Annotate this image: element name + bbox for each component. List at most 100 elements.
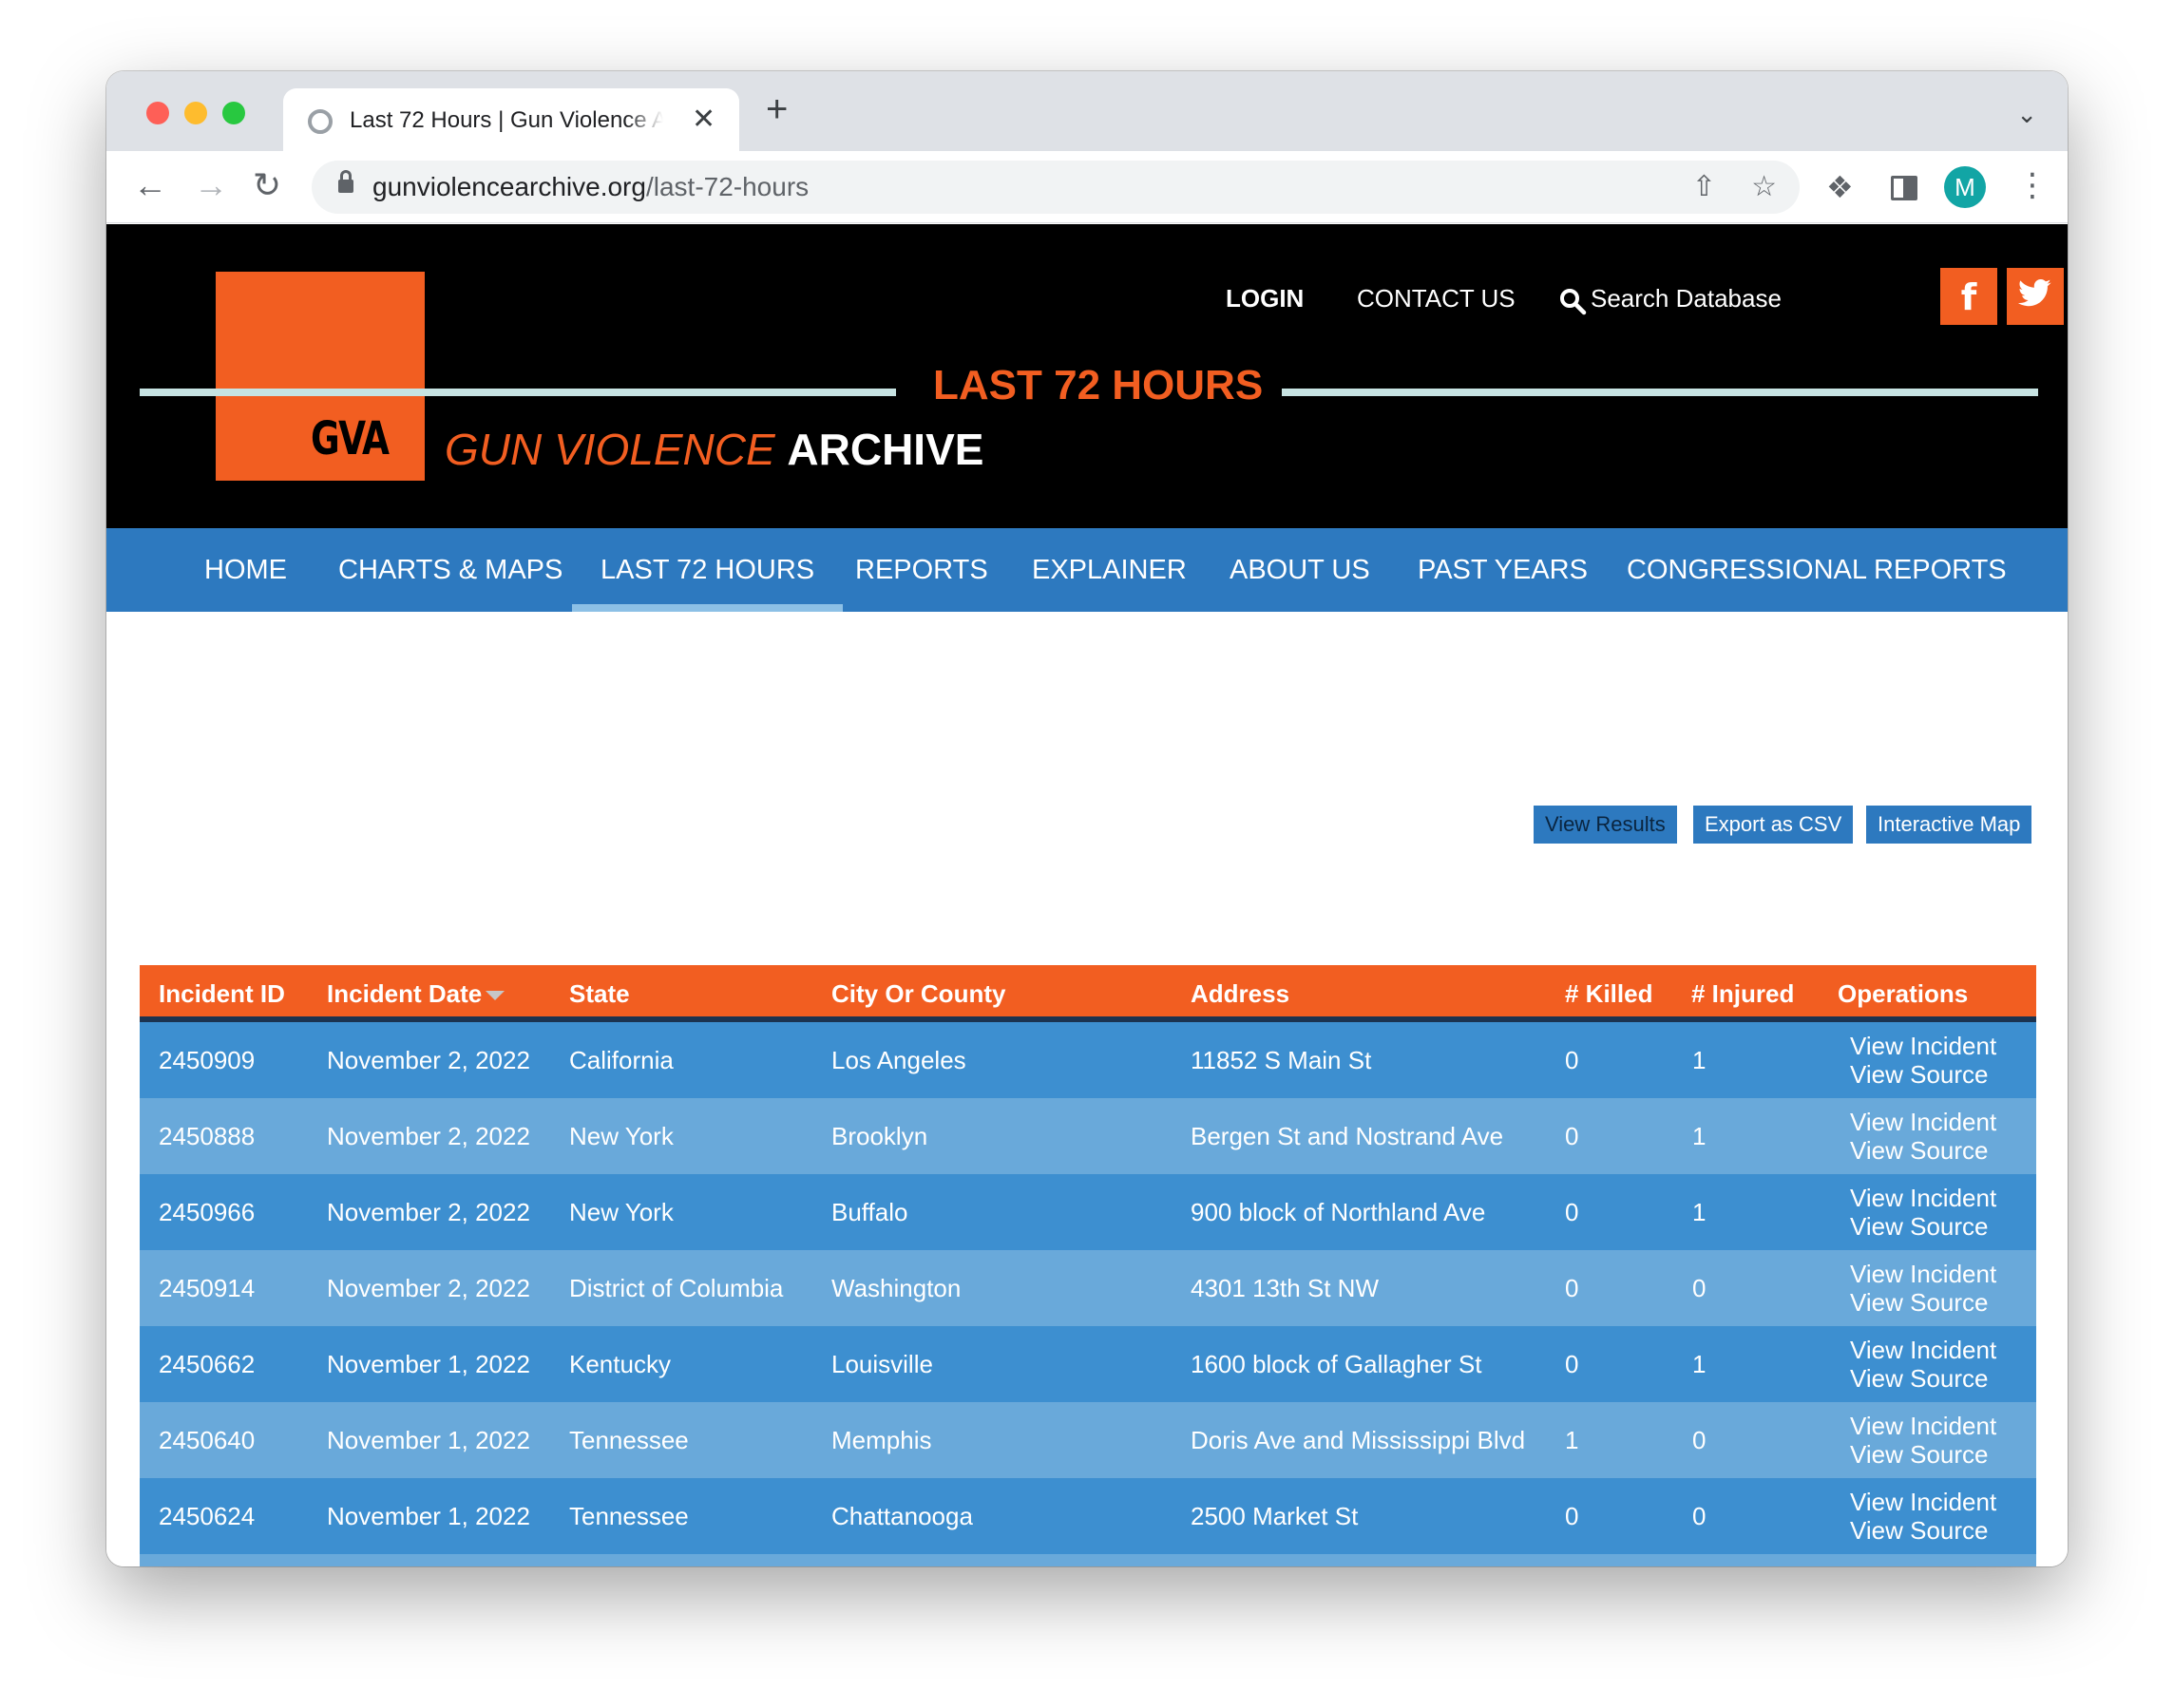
new-tab-button[interactable]: + — [766, 90, 788, 128]
cell-city: Los Angeles — [831, 1046, 966, 1074]
cell-state: Tennessee — [569, 1426, 689, 1454]
cell-incident-id: 2450888 — [159, 1122, 256, 1150]
cell-city: Washington — [831, 1274, 962, 1302]
address-bar[interactable]: gunviolencearchive.org/last-72-hours ⇧ ☆ — [312, 161, 1800, 214]
bookmark-star-icon[interactable]: ☆ — [1751, 170, 1777, 204]
cell-incident-date: November 1, 2022 — [327, 1502, 530, 1530]
view-source-link[interactable]: View Source — [1850, 1136, 1996, 1165]
cell-address: 600 block of Ridge Rd — [1191, 1554, 1434, 1566]
cell-state: New York — [569, 1122, 674, 1150]
col-killed[interactable]: # Killed — [1565, 965, 1652, 1022]
nav-reports[interactable]: REPORTS — [855, 528, 988, 612]
nav-congressional-reports[interactable]: CONGRESSIONAL REPORTS — [1627, 528, 2007, 612]
cell-state: Tennessee — [569, 1502, 689, 1530]
row-operations: View IncidentView Source — [1850, 1336, 1996, 1393]
view-incident-link[interactable]: View Incident — [1850, 1260, 1996, 1288]
lock-icon[interactable] — [338, 170, 353, 195]
gva-logo[interactable]: GVA — [216, 272, 425, 481]
cell-incident-date: November 1, 2022 — [327, 1426, 530, 1454]
cell-killed: 1 — [1565, 1426, 1579, 1454]
nav-about-us[interactable]: ABOUT US — [1230, 528, 1370, 612]
back-arrow-icon[interactable]: ← — [133, 166, 167, 204]
view-results-button[interactable]: View Results — [1534, 806, 1677, 844]
cell-killed: 0 — [1565, 1122, 1579, 1150]
cell-incident-date: November 2, 2022 — [327, 1198, 530, 1226]
cell-incident-id: 2450640 — [159, 1426, 256, 1454]
view-source-link[interactable]: View Source — [1850, 1288, 1996, 1317]
table-row: 2450888 November 2, 2022 New York Brooklyn B… — [140, 1098, 2036, 1174]
nav-home[interactable]: HOME — [204, 528, 287, 612]
url-text[interactable]: gunviolencearchive.org/last-72-hours — [372, 172, 809, 202]
brand-wordmark[interactable]: GUN VIOLENCE ARCHIVE — [445, 424, 983, 475]
export-csv-button[interactable]: Export as CSV — [1693, 806, 1854, 844]
col-address[interactable]: Address — [1191, 965, 1289, 1022]
browser-window: Last 72 Hours | Gun Violence Archive ✕ +… — [106, 71, 2068, 1566]
cell-incident-id: 2450909 — [159, 1046, 256, 1074]
login-link[interactable]: LOGIN — [1226, 283, 1304, 313]
cell-injured: 1 — [1692, 1046, 1707, 1074]
nav-explainer[interactable]: EXPLAINER — [1032, 528, 1187, 612]
tab-search-chevron-icon[interactable]: ⌄ — [2016, 100, 2037, 129]
cell-address: Doris Ave and Mississippi Blvd — [1191, 1426, 1526, 1454]
nav-past-years[interactable]: PAST YEARS — [1418, 528, 1588, 612]
view-incident-link[interactable]: View Incident — [1850, 1032, 1996, 1060]
row-operations: View IncidentView Source — [1850, 1412, 1996, 1469]
cell-injured: 0 — [1692, 1502, 1707, 1530]
view-source-link[interactable]: View Source — [1850, 1440, 1996, 1469]
contact-us-link[interactable]: CONTACT US — [1357, 283, 1516, 313]
search-icon[interactable] — [1558, 287, 1587, 315]
cell-injured: 0 — [1692, 1274, 1707, 1302]
close-tab-icon[interactable]: ✕ — [692, 104, 715, 136]
row-operations: View IncidentView Source — [1850, 1260, 1996, 1317]
cell-incident-date: November 2, 2022 — [327, 1046, 530, 1074]
share-icon[interactable]: ⇧ — [1692, 170, 1716, 204]
col-city-county[interactable]: City Or County — [831, 965, 1005, 1022]
nav-charts-maps[interactable]: CHARTS & MAPS — [338, 528, 563, 612]
profile-avatar[interactable]: M — [1944, 166, 1986, 208]
loading-favicon-icon — [308, 109, 333, 134]
page-viewport: GVA GUN VIOLENCE ARCHIVE LOGIN CONTACT U… — [106, 224, 2068, 1566]
cell-address: 11852 S Main St — [1191, 1046, 1372, 1074]
cell-killed: 0 — [1565, 1554, 1578, 1566]
col-injured[interactable]: # Injured — [1691, 965, 1794, 1022]
col-incident-id[interactable]: Incident ID — [159, 965, 285, 1022]
twitter-icon[interactable] — [2007, 268, 2064, 325]
row-operations: View IncidentView Source — [1850, 1184, 1996, 1241]
view-incident-link[interactable]: View Incident — [1850, 1336, 1996, 1364]
cell-killed: 0 — [1565, 1046, 1579, 1074]
cell-address: Bergen St and Nostrand Ave — [1191, 1122, 1504, 1150]
table-row: 2450966 November 2, 2022 New York Buffalo 90… — [140, 1174, 2036, 1250]
search-database-link[interactable]: Search Database — [1591, 283, 1782, 313]
browser-menu-kebab-icon[interactable]: ⋮ — [2016, 164, 2049, 206]
facebook-icon[interactable]: f — [1940, 268, 1997, 325]
cell-killed: 0 — [1565, 1350, 1579, 1378]
reload-icon[interactable]: ↻ — [253, 166, 281, 204]
view-incident-link[interactable]: View Incident — [1850, 1108, 1996, 1136]
cell-incident-date: November 1, 2022 — [327, 1554, 530, 1566]
view-incident-link[interactable]: View Incident — [1850, 1488, 1996, 1516]
view-incident-link[interactable]: View Incident — [1850, 1184, 1996, 1212]
sort-desc-icon — [486, 991, 505, 1001]
extensions-puzzle-icon[interactable]: ❖ — [1826, 168, 1854, 206]
cell-address: 2500 Market St — [1191, 1502, 1359, 1530]
browser-tab[interactable]: Last 72 Hours | Gun Violence Archive ✕ — [283, 88, 739, 151]
view-source-link[interactable]: View Source — [1850, 1516, 1996, 1545]
minimize-window-button[interactable] — [184, 102, 207, 124]
view-source-link[interactable]: View Source — [1850, 1060, 1996, 1089]
incidents-table: Incident ID Incident Date State City Or … — [140, 965, 2036, 1566]
table-row: 2450612 November 1, 2022 South Carolina Joh… — [140, 1554, 2036, 1566]
row-operations: View IncidentView Source — [1850, 1488, 1996, 1545]
cell-killed: 0 — [1565, 1502, 1579, 1530]
maximize-window-button[interactable] — [222, 102, 245, 124]
view-incident-link[interactable]: View Incident — [1850, 1412, 1996, 1440]
side-panel-icon[interactable] — [1891, 176, 1917, 200]
col-incident-date[interactable]: Incident Date — [327, 965, 505, 1022]
view-source-link[interactable]: View Source — [1850, 1364, 1996, 1393]
nav-last-72-hours[interactable]: LAST 72 HOURS — [571, 528, 844, 612]
forward-arrow-icon[interactable]: → — [194, 166, 228, 204]
view-incident-link[interactable]: View Incident — [1850, 1564, 1996, 1566]
view-source-link[interactable]: View Source — [1850, 1212, 1996, 1241]
close-window-button[interactable] — [146, 102, 169, 124]
col-state[interactable]: State — [569, 965, 630, 1022]
interactive-map-button[interactable]: Interactive Map — [1866, 806, 2032, 844]
